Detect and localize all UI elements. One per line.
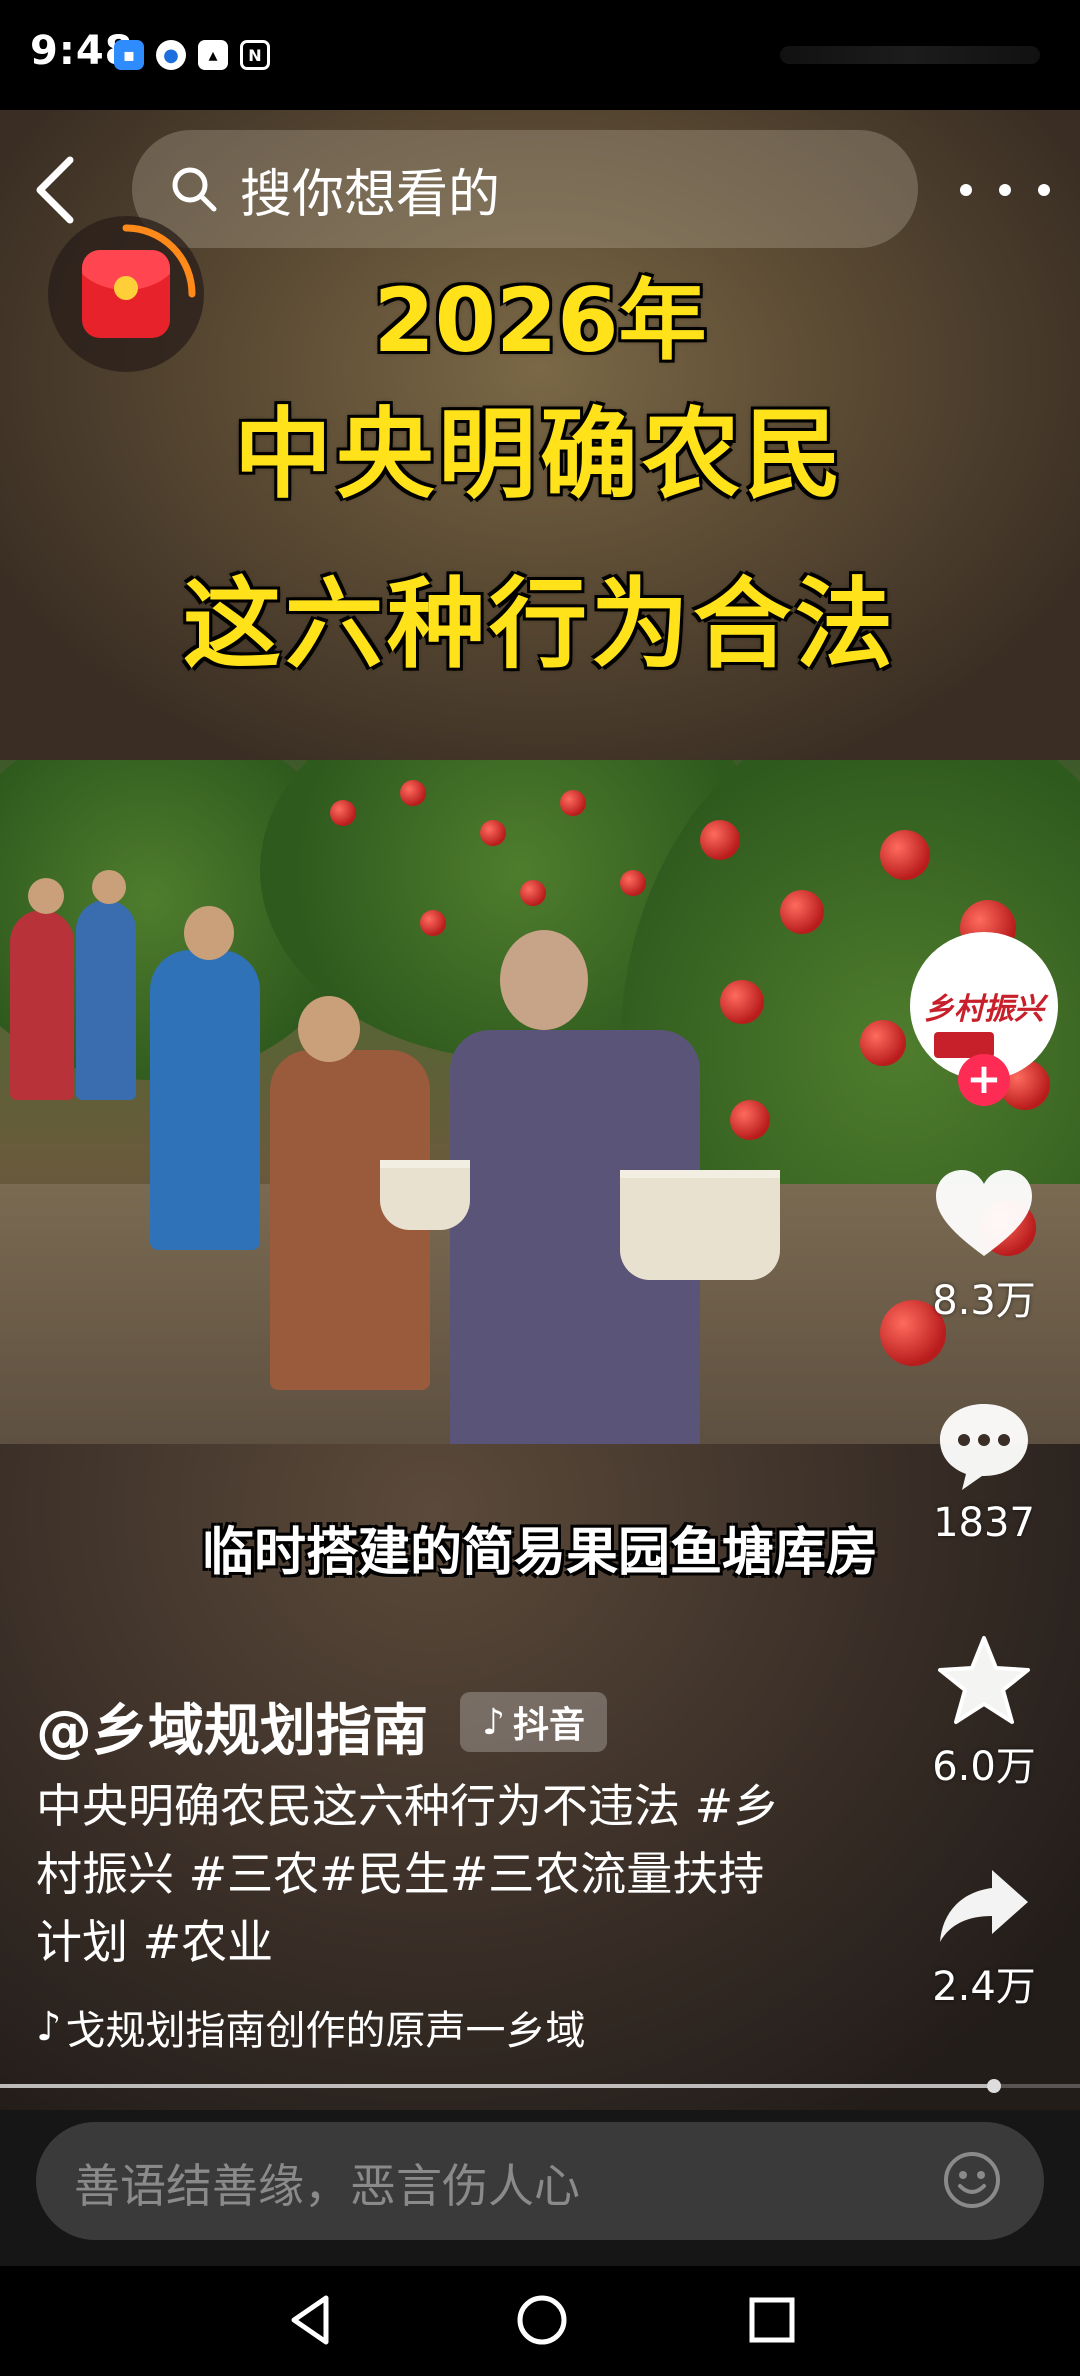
worker-head [184,906,234,960]
platform-badge: ♪ 抖音 [460,1692,607,1752]
status-bar: 9:48 ▪ ● ▴ N [0,0,1080,110]
apple [480,820,506,846]
video-progress-fill [0,2084,994,2088]
apple [860,1020,906,1066]
emoji-button[interactable] [942,2150,1002,2210]
favorite-count: 6.0万 [932,1744,1036,1790]
search-icon [172,167,217,212]
more-button[interactable] [960,160,1050,220]
share-count: 2.4万 [932,1964,1036,2010]
more-icon-dot [1038,184,1050,196]
video-progress-thumb[interactable] [986,2079,1001,2093]
message-app-icon: ▪ [114,40,144,70]
music-link[interactable]: ♪ 戈规划指南创作的原声一乡域 [36,1998,586,2056]
video-headline-line-3: 这六种行为合法 [182,568,897,682]
author-name[interactable]: @乡域规划指南 [36,1686,428,1767]
comment-icon [940,1404,1028,1490]
worker [76,900,136,1100]
more-icon [960,184,972,196]
worker-head [298,996,360,1062]
worker-head [28,878,64,914]
apple [620,870,646,896]
douyin-logo-icon: ♪ [482,1701,505,1743]
favorite-button[interactable]: 6.0万 [910,1634,1058,1792]
like-button[interactable]: 8.3万 [910,1168,1058,1326]
apple [420,910,446,936]
heart-icon [936,1170,1032,1256]
post-caption[interactable]: 中央明确农民这六种行为不违法 #乡村振兴 #三农#民生#三农流量扶持计划 #农业 [36,1772,796,1976]
apple [720,980,764,1024]
apple [560,790,586,816]
comment-button[interactable]: 1837 [910,1400,1058,1546]
status-notification-icons: ▪ ● ▴ N [114,40,270,70]
apple [880,830,930,880]
apple [330,800,356,826]
nav-back-icon [291,2295,329,2345]
more-icon-dot [999,184,1011,196]
apple [700,820,740,860]
music-note-icon: ♪ [36,2004,62,2050]
search-placeholder: 搜你想看的 [240,164,501,225]
apple [520,880,546,906]
share-icon [940,1870,1028,1942]
red-packet-icon [82,250,170,338]
apple [780,890,824,934]
status-system-icons [780,46,1040,64]
video-headline-line-2: 中央明确农民 [233,398,846,512]
nav-recent-icon [749,2297,795,2343]
nfc-icon: N [240,40,270,70]
search-bar[interactable]: 搜你想看的 [132,130,918,248]
worker [150,950,260,1250]
apple [730,1100,770,1140]
red-packet-seal [114,276,138,300]
video-progress-bar[interactable] [0,2079,1080,2093]
apple [400,780,426,806]
app-notification-icon: ▴ [198,40,228,70]
avatar-text: 乡村振兴 [924,992,1044,1027]
follow-button[interactable]: + [958,1054,1010,1106]
worker-head [500,930,588,1030]
platform-badge-label: 抖音 [512,1705,585,1746]
nav-home-icon [517,2295,567,2345]
worker [10,910,74,1100]
video-photo-orchard [0,760,1080,1444]
nav-back-button[interactable] [280,2290,340,2354]
share-button[interactable]: 2.4万 [910,1866,1058,2012]
browser-app-icon: ● [156,40,186,70]
nav-recent-button[interactable] [742,2290,802,2354]
emoji-icon [944,2152,1000,2208]
music-title: 戈规划指南创作的原声一乡域 [65,2008,586,2054]
red-packet-widget[interactable] [48,216,204,372]
basket [380,1160,470,1230]
comment-input-placeholder: 善语结善缘，恶言伤人心 [74,2159,580,2213]
star-icon [938,1636,1030,1724]
basket [620,1170,780,1280]
nav-home-button[interactable] [512,2290,572,2354]
like-count: 8.3万 [932,1278,1036,1324]
comment-count: 1837 [933,1500,1035,1546]
worker-head [92,870,126,904]
